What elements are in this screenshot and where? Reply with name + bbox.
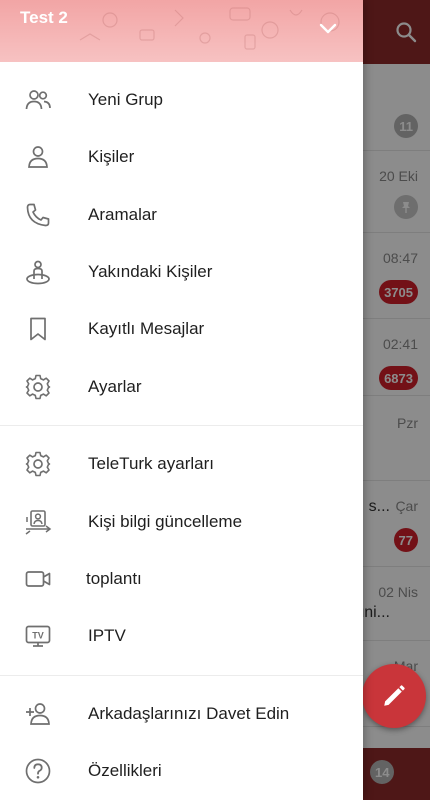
- menu-item-label: Ayarlar: [88, 377, 142, 396]
- menu-item-yakındaki-kişiler[interactable]: Yakındaki Kişiler: [0, 244, 363, 300]
- menu-item-label: toplantı: [86, 569, 142, 588]
- menu-item-teleturk-ayarları[interactable]: TeleTurk ayarları: [0, 436, 363, 492]
- menu-item-aramalar[interactable]: Aramalar: [0, 187, 363, 243]
- menu-item-kişi-bilgi-güncelleme[interactable]: Kişi bilgi güncelleme: [0, 494, 363, 550]
- drawer-header[interactable]: Test 2: [0, 0, 363, 62]
- menu-item-label: TeleTurk ayarları: [88, 454, 214, 473]
- help-icon: [25, 758, 51, 784]
- menu-item-label: Yeni Grup: [88, 90, 163, 109]
- menu-item-özellikleri[interactable]: Özellikleri: [0, 743, 363, 799]
- menu-item-kayıtlı-mesajlar[interactable]: Kayıtlı Mesajlar: [0, 301, 363, 357]
- chevron-down-icon[interactable]: [316, 17, 340, 41]
- menu-item-ayarlar[interactable]: Ayarlar: [0, 359, 363, 415]
- menu-item-yeni-grup[interactable]: Yeni Grup: [0, 72, 363, 128]
- menu-item-iptv[interactable]: TV IPTV: [0, 608, 363, 664]
- menu-item-label: Kişiler: [88, 147, 135, 166]
- menu-item-arkadaşlarınızı-davet-edin[interactable]: Arkadaşlarınızı Davet Edin: [0, 686, 363, 742]
- menu-item-label: Arkadaşlarınızı Davet Edin: [88, 704, 290, 723]
- compose-button[interactable]: [362, 664, 426, 728]
- add-person-icon: [26, 703, 50, 725]
- pencil-icon: [384, 685, 405, 706]
- account-name: Test 2: [20, 8, 68, 27]
- tv-icon: TV: [25, 625, 51, 647]
- group-icon: [25, 90, 51, 110]
- menu-divider: [0, 425, 363, 426]
- gear-icon: [25, 374, 51, 400]
- gear-icon: [25, 451, 51, 477]
- nearby-people-icon: [26, 260, 50, 285]
- person-icon: [28, 146, 48, 168]
- contact-sync-icon: [25, 510, 52, 535]
- menu-item-label: IPTV: [88, 626, 126, 645]
- menu-item-label: Özellikleri: [88, 761, 162, 780]
- bookmark-icon: [30, 317, 46, 341]
- menu-item-label: Yakındaki Kişiler: [88, 262, 213, 281]
- video-camera-icon: [25, 571, 51, 587]
- menu-item-label: Kayıtlı Mesajlar: [88, 319, 205, 338]
- menu-divider: [0, 675, 363, 676]
- phone-icon: [26, 203, 50, 227]
- menu-item-label: Kişi bilgi güncelleme: [88, 512, 243, 531]
- menu-item-kişiler[interactable]: Kişiler: [0, 129, 363, 185]
- menu-item-label: Aramalar: [88, 205, 157, 224]
- menu-item-toplantı[interactable]: toplantı: [0, 551, 363, 607]
- svg-text:TV: TV: [32, 631, 44, 641]
- navigation-drawer: Test 2 Yeni Grup Kişiler Aramalar Yakındaki…: [0, 0, 363, 800]
